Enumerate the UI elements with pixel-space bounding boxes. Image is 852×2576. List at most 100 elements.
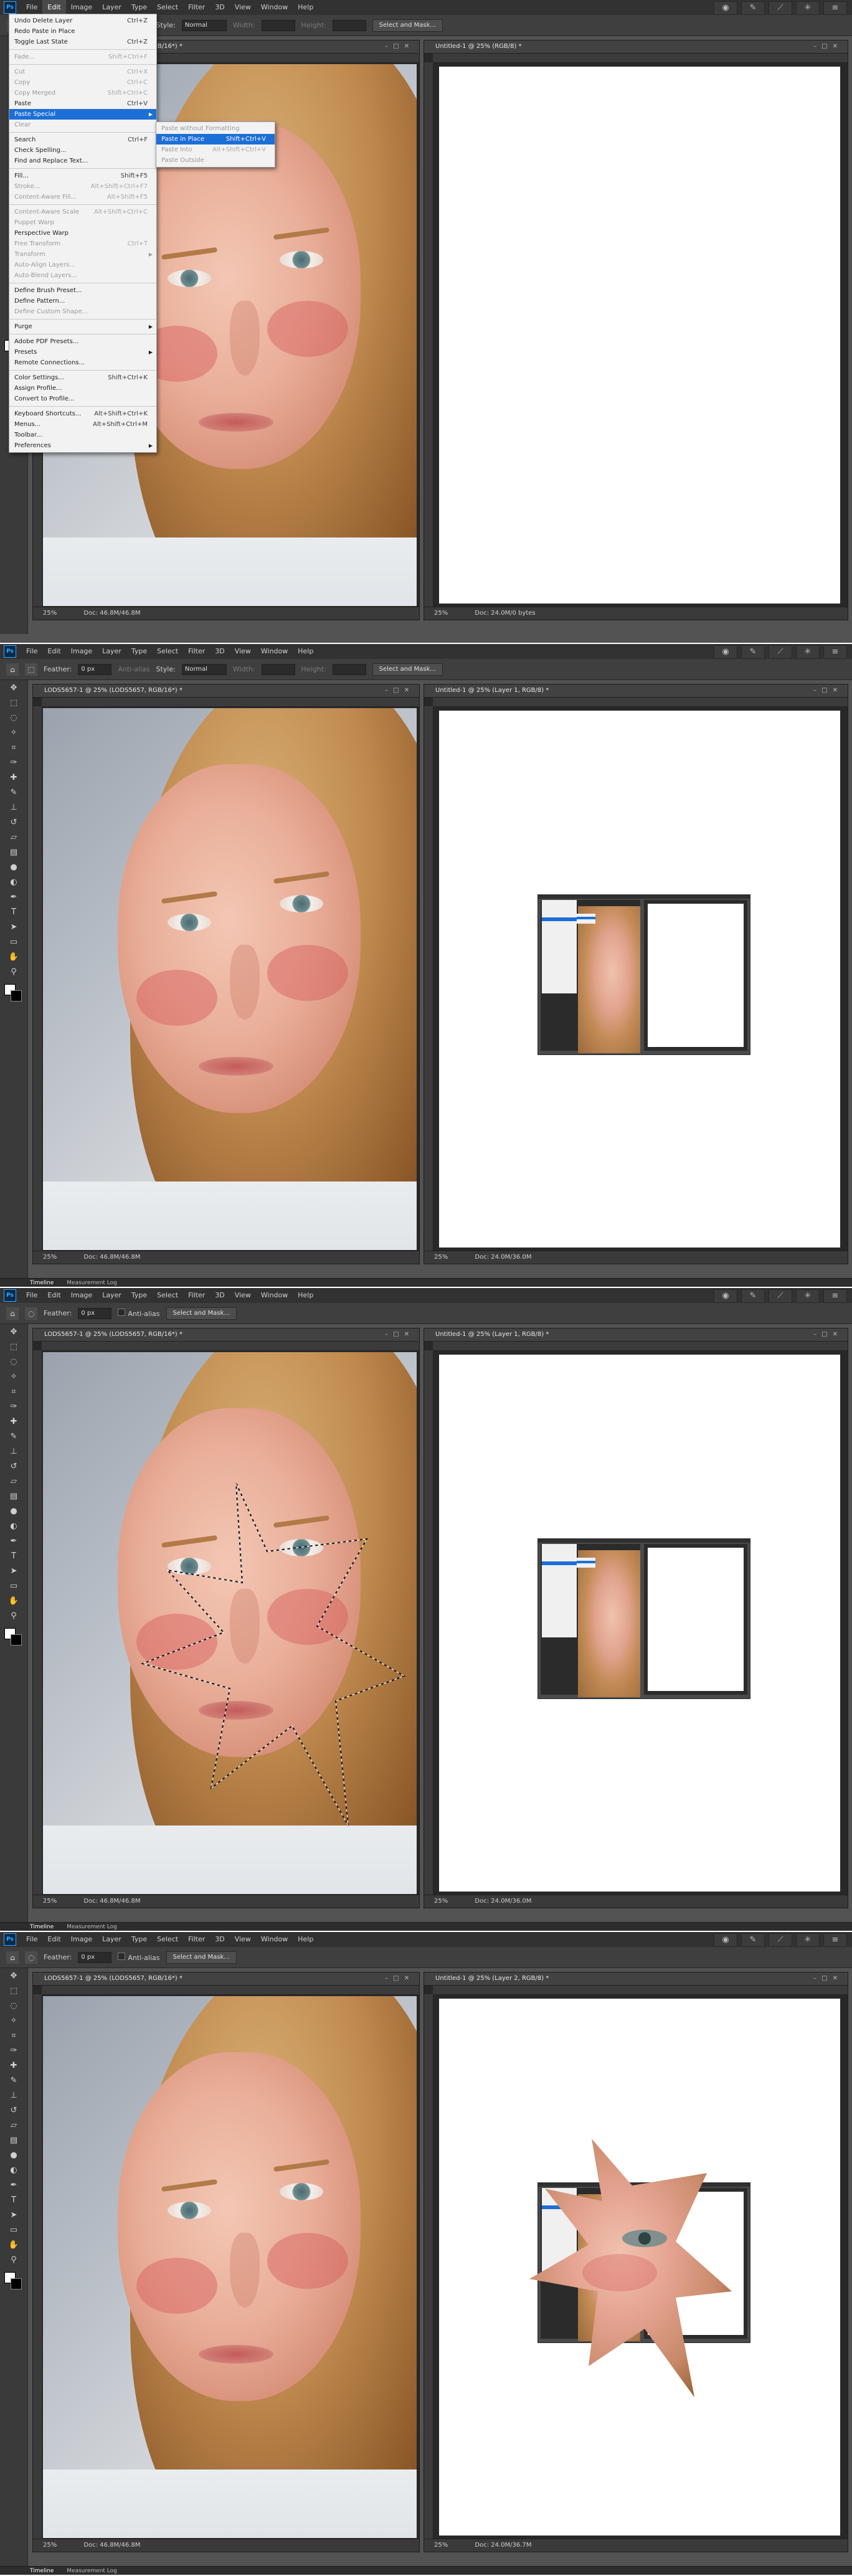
zoom-level[interactable]: 25%: [43, 610, 57, 617]
source-document-tab[interactable]: LODS5657-1 @ 25% (LODS5657, RGB/16*) * –…: [33, 1328, 419, 1342]
menu-item-define-pattern[interactable]: Define Pattern...: [9, 296, 156, 306]
antialias-checkbox[interactable]: [118, 1309, 126, 1316]
untitled-document-tab[interactable]: Untitled-1 @ 25% (Layer 2, RGB/8) * –□✕: [424, 1972, 848, 1986]
healing-tool-icon[interactable]: ✚: [6, 2059, 21, 2073]
menu-filter[interactable]: Filter: [183, 0, 210, 15]
menu-item-paste-without-formatting[interactable]: Paste without Formatting: [156, 123, 275, 134]
width-input[interactable]: [261, 19, 295, 31]
menu-image[interactable]: Image: [66, 644, 97, 659]
menu-image[interactable]: Image: [66, 1288, 97, 1303]
zoom-level[interactable]: 25%: [434, 610, 448, 617]
untitled-document-tab[interactable]: Untitled-1 @ 25% (Layer 1, RGB/8) * –□✕: [424, 684, 848, 698]
dodge-tool-icon[interactable]: ◐: [6, 1520, 21, 1533]
zoom-level[interactable]: 25%: [43, 1898, 57, 1905]
type-tool-icon[interactable]: T: [6, 906, 21, 919]
window-buttons[interactable]: –□✕: [385, 40, 414, 53]
menu-item-search[interactable]: Search Ctrl+F: [9, 135, 156, 145]
menu-icon[interactable]: ≡: [823, 1289, 847, 1303]
tab-timeline[interactable]: Timeline: [30, 1280, 54, 1286]
untitled-document-window[interactable]: Untitled-1 @ 25% (Layer 1, RGB/8) * –□✕ …: [424, 1328, 848, 1908]
menu-item-assign-profile[interactable]: Assign Profile...: [9, 383, 156, 394]
untitled-document-tab[interactable]: Untitled-1 @ 25% (RGB/8) * –□✕: [424, 40, 848, 54]
brush-tool-icon[interactable]: ✎: [6, 786, 21, 800]
menu-item-paste-outside[interactable]: Paste Outside: [156, 155, 275, 166]
lasso-tool-icon[interactable]: ◌: [25, 1951, 37, 1964]
menu-item-color-settings[interactable]: Color Settings... Shift+Ctrl+K: [9, 372, 156, 383]
menu-item-define-custom-shape[interactable]: Define Custom Shape...: [9, 306, 156, 317]
brush-icon[interactable]: ✎: [741, 1933, 765, 1947]
feather-input[interactable]: 0 px: [78, 1951, 112, 1963]
menu-icon[interactable]: ≡: [823, 645, 847, 659]
quick-select-tool-icon[interactable]: ✧: [6, 2014, 21, 2028]
pen-tool-icon[interactable]: ✒: [6, 1535, 21, 1548]
untitled-canvas[interactable]: [434, 1352, 845, 1894]
menu-help[interactable]: Help: [293, 0, 318, 15]
select-and-mask-button[interactable]: Select and Mask...: [372, 19, 443, 32]
menu-file[interactable]: File: [21, 0, 42, 15]
zoom-level[interactable]: 25%: [434, 1898, 448, 1905]
menu-item-clear[interactable]: Clear: [9, 120, 156, 130]
marquee-tool-icon[interactable]: ⬚: [6, 696, 21, 710]
wand-icon[interactable]: ⟋: [769, 1289, 792, 1303]
marquee-tool-icon[interactable]: ⬚: [6, 1340, 21, 1354]
antialias-label[interactable]: Anti-alias: [118, 1953, 160, 1962]
menu-item-toolbar[interactable]: Toolbar...: [9, 430, 156, 440]
tab-measurement-log[interactable]: Measurement Log: [67, 1924, 117, 1930]
menu-view[interactable]: View: [230, 0, 256, 15]
window-buttons[interactable]: –□✕: [813, 1972, 843, 1985]
menu-type[interactable]: Type: [126, 0, 152, 15]
marquee-tool-icon[interactable]: ⬚: [6, 1984, 21, 1998]
menu-3d[interactable]: 3D: [210, 1288, 229, 1303]
profile-icon[interactable]: ◉: [714, 1, 737, 15]
window-buttons[interactable]: –□✕: [385, 1328, 414, 1341]
eraser-tool-icon[interactable]: ▱: [6, 1475, 21, 1489]
menu-image[interactable]: Image: [66, 0, 97, 15]
gradient-tool-icon[interactable]: ▤: [6, 2134, 21, 2147]
menu-view[interactable]: View: [230, 644, 256, 659]
untitled-document-window[interactable]: Untitled-1 @ 25% (RGB/8) * –□✕ 25% Doc: …: [424, 40, 848, 620]
blur-tool-icon[interactable]: ●: [6, 2149, 21, 2162]
tab-timeline[interactable]: Timeline: [30, 1924, 54, 1930]
menu-type[interactable]: Type: [126, 644, 152, 659]
menu-item-stroke[interactable]: Stroke... Alt+Shift+Ctrl+F7: [9, 181, 156, 192]
untitled-canvas[interactable]: [434, 1996, 845, 2538]
eyedropper-tool-icon[interactable]: ✑: [6, 1400, 21, 1414]
zoom-tool-icon[interactable]: ⚲: [6, 2253, 21, 2267]
menu-filter[interactable]: Filter: [183, 1932, 210, 1947]
height-input[interactable]: [332, 19, 366, 31]
feather-input[interactable]: 0 px: [78, 663, 112, 675]
menu-item-keyboard-shortcuts[interactable]: Keyboard Shortcuts... Alt+Shift+Ctrl+K: [9, 409, 156, 419]
history-brush-tool-icon[interactable]: ↺: [6, 816, 21, 830]
menu-layer[interactable]: Layer: [97, 0, 126, 15]
marquee-tool-icon[interactable]: ⬚: [25, 663, 37, 676]
menu-edit[interactable]: Edit: [42, 1932, 65, 1947]
menu-item-transform[interactable]: Transform ▶: [9, 249, 156, 260]
dodge-tool-icon[interactable]: ◐: [6, 2164, 21, 2177]
width-input[interactable]: [261, 663, 295, 675]
eyedropper-tool-icon[interactable]: ✑: [6, 2044, 21, 2058]
source-document-window[interactable]: LODS5657-1 @ 25% (LODS5657, RGB/16*) * –…: [32, 1328, 420, 1908]
stamp-tool-icon[interactable]: ⊥: [6, 801, 21, 815]
shape-tool-icon[interactable]: ▭: [6, 2223, 21, 2237]
menu-item-purge[interactable]: Purge ▶: [9, 321, 156, 332]
menu-item-menus[interactable]: Menus... Alt+Shift+Ctrl+M: [9, 419, 156, 430]
select-and-mask-button[interactable]: Select and Mask...: [166, 1307, 237, 1320]
feather-input[interactable]: 0 px: [78, 1307, 112, 1319]
lasso-tool-icon[interactable]: ◌: [6, 1355, 21, 1369]
crop-tool-icon[interactable]: ⌗: [6, 1385, 21, 1399]
menu-window[interactable]: Window: [256, 0, 293, 15]
menu-view[interactable]: View: [230, 1932, 256, 1947]
menu-filter[interactable]: Filter: [183, 1288, 210, 1303]
source-document-tab[interactable]: LODS5657-1 @ 25% (LODS5657, RGB/16*) * –…: [33, 1972, 419, 1986]
home-icon[interactable]: ⌂: [6, 1951, 19, 1964]
untitled-canvas[interactable]: [434, 708, 845, 1250]
menu-view[interactable]: View: [230, 1288, 256, 1303]
wand-icon[interactable]: ⟋: [769, 1, 792, 15]
healing-tool-icon[interactable]: ✚: [6, 771, 21, 785]
move-tool-icon[interactable]: ✥: [6, 1969, 21, 1983]
background-color[interactable]: [11, 990, 22, 1002]
menu-item-free-transform[interactable]: Free Transform Ctrl+T: [9, 239, 156, 249]
quick-select-tool-icon[interactable]: ✧: [6, 726, 21, 740]
menu-item-puppet-warp[interactable]: Puppet Warp: [9, 217, 156, 228]
tab-measurement-log[interactable]: Measurement Log: [67, 1280, 117, 1286]
